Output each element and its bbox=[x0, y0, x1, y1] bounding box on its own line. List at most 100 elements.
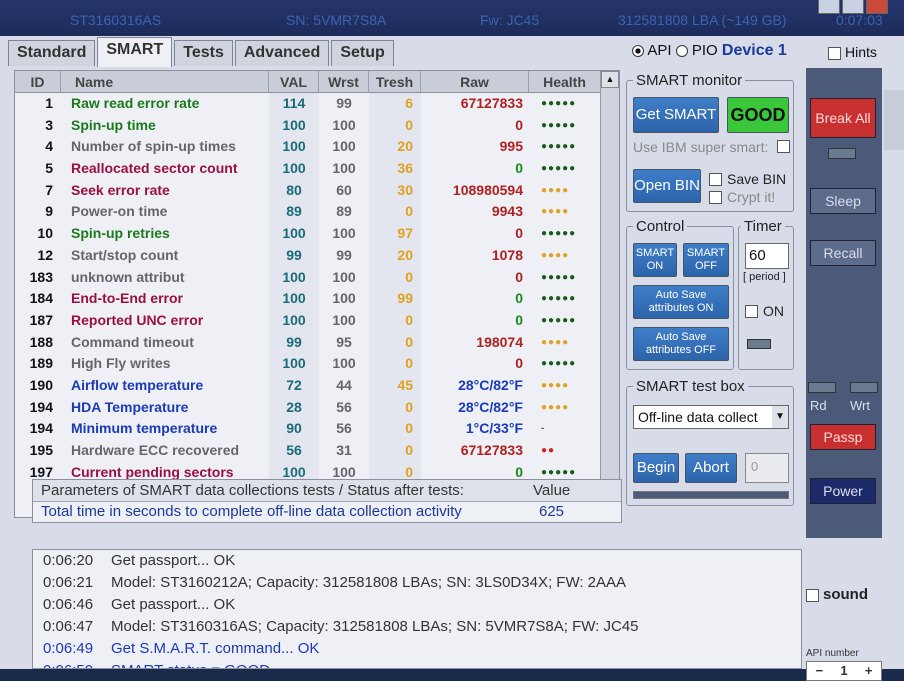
attr-name-cell: Spin-up retries bbox=[71, 225, 170, 242]
log-message: SMART status = GOOD bbox=[111, 662, 270, 668]
table-row[interactable]: 184 End-to-End error 100 100 99 0 ●●●●● bbox=[15, 288, 619, 310]
crypt-checkbox[interactable] bbox=[709, 191, 722, 204]
smart-test-box-group: SMART test box Off-line data collect ▼ B… bbox=[626, 378, 794, 506]
attr-val-cell: 114 bbox=[269, 93, 319, 115]
chevron-down-icon[interactable]: ▼ bbox=[772, 406, 788, 428]
minimize-button[interactable] bbox=[818, 0, 840, 14]
main-window: Standard SMART Tests Advanced Setup API … bbox=[0, 36, 904, 681]
col-health[interactable]: Health bbox=[529, 71, 601, 92]
col-raw[interactable]: Raw bbox=[421, 71, 529, 92]
attr-raw-cell: 0 bbox=[515, 290, 523, 307]
scroll-up-icon[interactable]: ▲ bbox=[601, 71, 619, 88]
attr-val-cell: 99 bbox=[269, 331, 319, 354]
hints-check-icon[interactable] bbox=[828, 46, 841, 60]
tab-advanced[interactable]: Advanced bbox=[234, 40, 330, 66]
ibm-smart-checkbox[interactable] bbox=[777, 140, 790, 153]
table-scrollbar[interactable]: ▲ ▼ bbox=[600, 71, 619, 501]
write-led bbox=[850, 382, 878, 393]
break-all-button[interactable]: Break All bbox=[810, 98, 876, 138]
attr-wrst-cell: 31 bbox=[336, 442, 352, 458]
elapsed-time: 0:07:03 bbox=[836, 12, 883, 28]
attr-id-cell: 3 bbox=[45, 116, 53, 133]
attr-health-cell: ●●●● bbox=[541, 206, 570, 218]
attr-tresh-cell: 20 bbox=[369, 244, 421, 267]
table-row[interactable]: 7 Seek error rate 80 60 30 108980594 ●●●● bbox=[15, 179, 619, 202]
table-row[interactable]: 189 High Fly writes 100 100 0 0 ●●●●● bbox=[15, 353, 619, 375]
attr-name-cell: Hardware ECC recovered bbox=[71, 442, 240, 458]
auto-save-on-button[interactable]: Auto Save attributes ON bbox=[633, 285, 729, 319]
auto-save-off-button[interactable]: Auto Save attributes OFF bbox=[633, 327, 729, 361]
attr-raw-cell: 28°C/82°F bbox=[458, 376, 523, 393]
passport-button[interactable]: Passp bbox=[810, 424, 876, 450]
attr-health-cell: ●●●●● bbox=[541, 358, 577, 370]
log-time: 0:06:49 bbox=[43, 640, 94, 657]
begin-button[interactable]: Begin bbox=[633, 453, 679, 483]
tab-tests[interactable]: Tests bbox=[174, 40, 233, 66]
api-radio[interactable] bbox=[632, 45, 644, 58]
table-row[interactable]: 194 Minimum temperature 90 56 0 1°C/33°F - bbox=[15, 418, 619, 440]
device-label[interactable]: Device 1 bbox=[722, 42, 787, 59]
col-tresh[interactable]: Tresh bbox=[369, 71, 421, 92]
save-bin-checkbox[interactable] bbox=[709, 173, 722, 186]
attr-name-cell: Reallocated sector count bbox=[71, 160, 238, 177]
tab-bar: Standard SMART Tests Advanced Setup bbox=[8, 37, 396, 68]
attr-tresh-cell: 99 bbox=[369, 288, 421, 310]
attr-health-cell: ●● bbox=[541, 445, 556, 456]
tab-smart[interactable]: SMART bbox=[97, 37, 173, 67]
decrement-button[interactable]: − bbox=[807, 662, 832, 680]
log-line: 0:06:20 Get passport... OK bbox=[33, 550, 801, 572]
test-type-select[interactable]: Off-line data collect ▼ bbox=[633, 405, 789, 429]
close-button[interactable] bbox=[866, 0, 888, 14]
power-button[interactable]: Power bbox=[810, 478, 876, 504]
table-row[interactable]: 194 HDA Temperature 28 56 0 28°C/82°F ●●●● bbox=[15, 396, 619, 419]
sound-checkbox[interactable]: sound bbox=[806, 586, 868, 603]
get-smart-button[interactable]: Get SMART bbox=[633, 97, 719, 133]
timer-on-label: ON bbox=[763, 303, 784, 319]
timer-input[interactable]: 60 bbox=[745, 243, 789, 269]
test-number-input[interactable]: 0 bbox=[745, 453, 789, 483]
hints-checkbox[interactable]: Hints bbox=[828, 44, 877, 60]
table-row[interactable]: 195 Hardware ECC recovered 56 31 0 67127833 ●● bbox=[15, 440, 619, 462]
abort-button[interactable]: Abort bbox=[685, 453, 737, 483]
sound-check-icon[interactable] bbox=[806, 588, 819, 602]
attr-val-cell: 100 bbox=[269, 158, 319, 180]
table-row[interactable]: 9 Power-on time 89 89 0 9943 ●●●● bbox=[15, 201, 619, 224]
smart-off-button[interactable]: SMART OFF bbox=[683, 243, 729, 277]
smart-on-button[interactable]: SMART ON bbox=[633, 243, 677, 277]
attr-health-cell: - bbox=[541, 423, 546, 435]
log-message: Model: ST3160212A; Capacity: 312581808 L… bbox=[111, 574, 627, 591]
attr-name-cell: Number of spin-up times bbox=[71, 138, 236, 155]
table-row[interactable]: 190 Airflow temperature 72 44 45 28°C/82°F ●●●… bbox=[15, 374, 619, 397]
table-row[interactable]: 188 Command timeout 99 95 0 198074 ●●●● bbox=[15, 331, 619, 354]
col-wrst[interactable]: Wrst bbox=[319, 71, 369, 92]
col-name[interactable]: Name bbox=[61, 71, 269, 92]
sleep-button[interactable]: Sleep bbox=[810, 188, 876, 214]
log-message: Get S.M.A.R.T. command... OK bbox=[111, 640, 320, 657]
attr-tresh-cell: 36 bbox=[369, 158, 421, 180]
attr-val-cell: 100 bbox=[269, 136, 319, 159]
attr-raw-cell: 198074 bbox=[476, 333, 523, 350]
table-row[interactable]: 12 Start/stop count 99 99 20 1078 ●●●● bbox=[15, 244, 619, 267]
attr-val-cell: 80 bbox=[269, 179, 319, 202]
api-number-value[interactable]: 1 bbox=[832, 662, 857, 680]
table-row[interactable]: 4 Number of spin-up times 100 100 20 995 ●●●●● bbox=[15, 136, 619, 159]
col-id[interactable]: ID bbox=[15, 71, 61, 92]
increment-button[interactable]: + bbox=[856, 662, 881, 680]
tab-standard[interactable]: Standard bbox=[8, 40, 96, 66]
table-row[interactable]: 187 Reported UNC error 100 100 0 0 ●●●●● bbox=[15, 309, 619, 332]
tab-setup[interactable]: Setup bbox=[331, 40, 394, 66]
timer-on-checkbox[interactable] bbox=[745, 305, 758, 318]
table-row[interactable]: 1 Raw read error rate 114 99 6 67127833 ●●●●● bbox=[15, 93, 619, 115]
attr-tresh-cell: 0 bbox=[369, 309, 421, 332]
attr-name-cell: HDA Temperature bbox=[71, 398, 189, 415]
open-bin-button[interactable]: Open BIN bbox=[633, 169, 701, 203]
table-row[interactable]: 183 unknown attribut 100 100 0 0 ●●●●● bbox=[15, 266, 619, 289]
table-row[interactable]: 5 Reallocated sector count 100 100 36 0 ●●●●● bbox=[15, 158, 619, 180]
maximize-button[interactable] bbox=[842, 0, 864, 14]
col-val[interactable]: VAL bbox=[269, 71, 319, 92]
table-row[interactable]: 3 Spin-up time 100 100 0 0 ●●●●● bbox=[15, 114, 619, 137]
pio-radio[interactable] bbox=[675, 45, 688, 58]
table-row[interactable]: 10 Spin-up retries 100 100 97 0 ●●●●● bbox=[15, 223, 619, 245]
attr-id-cell: 1 bbox=[45, 95, 53, 111]
recall-button[interactable]: Recall bbox=[810, 240, 876, 266]
